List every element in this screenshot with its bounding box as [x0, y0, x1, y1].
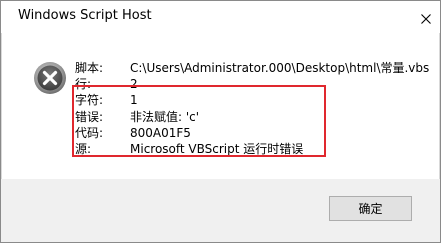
dialog-window: Windows Script Host 脚本: C:\Users\Adminis… — [0, 0, 441, 243]
dialog-footer: 确定 — [1, 179, 440, 242]
highlight-annotation — [72, 85, 326, 157]
field-label: 脚本: — [75, 61, 104, 75]
window-title: Windows Script Host — [18, 8, 152, 23]
title-bar[interactable]: Windows Script Host — [1, 1, 440, 33]
ok-button[interactable]: 确定 — [329, 196, 412, 221]
error-icon — [33, 61, 67, 95]
field-value: C:\Users\Administrator.000\Desktop\html\… — [130, 61, 430, 75]
close-icon — [421, 14, 431, 24]
close-button[interactable] — [416, 9, 436, 29]
